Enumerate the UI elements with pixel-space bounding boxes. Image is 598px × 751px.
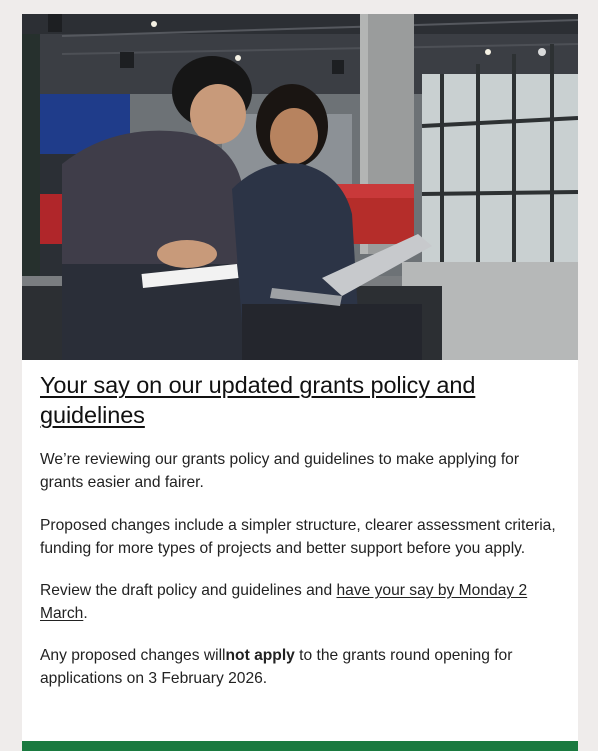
newsletter-card: Your say on our updated grants policy an… (22, 14, 578, 751)
footer-accent-bar (22, 741, 578, 751)
article-content: Your say on our updated grants policy an… (40, 370, 560, 690)
review-text-end: . (83, 605, 88, 622)
notice-paragraph: Any proposed changes willnot apply to th… (40, 644, 560, 690)
notice-emphasis: not apply (225, 647, 295, 664)
review-text: Review the draft policy and guidelines a… (40, 582, 337, 599)
intro-paragraph: We’re reviewing our grants policy and gu… (40, 451, 520, 491)
article-title-link[interactable]: Your say on our updated grants policy an… (40, 372, 475, 428)
notice-text: Any proposed changes will (40, 647, 226, 664)
review-paragraph: Review the draft policy and guidelines a… (40, 579, 560, 625)
article-title: Your say on our updated grants policy an… (40, 370, 560, 430)
hero-photo (22, 14, 578, 360)
changes-paragraph: Proposed changes include a simpler struc… (40, 517, 556, 557)
